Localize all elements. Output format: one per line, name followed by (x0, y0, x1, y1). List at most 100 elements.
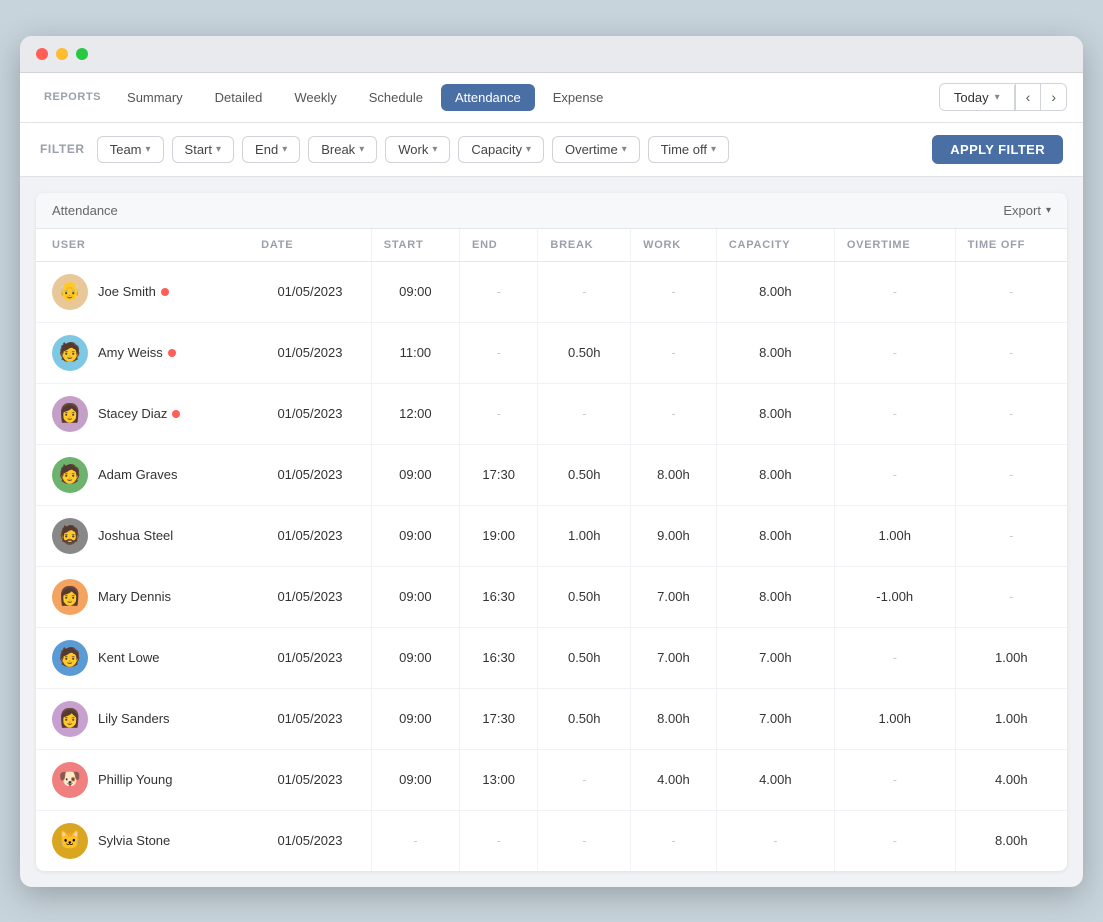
tab-attendance[interactable]: Attendance (441, 84, 535, 111)
end-cell: 16:30 (459, 566, 537, 627)
filter-team[interactable]: Team ▾ (97, 136, 164, 163)
table-header-bar: Attendance Export ▾ (36, 193, 1067, 229)
chevron-down-icon: ▾ (1046, 205, 1051, 216)
filter-start[interactable]: Start ▾ (172, 136, 235, 163)
filter-break[interactable]: Break ▾ (308, 136, 377, 163)
table-row: 👩 Stacey Diaz 01/05/202312:00---8.00h-- (36, 383, 1067, 444)
break-cell: - (538, 261, 631, 322)
user-name: Mary Dennis (98, 589, 171, 604)
tab-summary[interactable]: Summary (113, 84, 197, 111)
user-cell: 🧔 Joshua Steel (36, 505, 249, 566)
date-cell: 01/05/2023 (249, 444, 371, 505)
capacity-cell: 7.00h (716, 627, 834, 688)
avatar: 🐶 (52, 762, 88, 798)
filter-capacity[interactable]: Capacity ▾ (458, 136, 544, 163)
empty-value: - (893, 345, 897, 360)
minimize-dot[interactable] (56, 48, 68, 60)
tab-weekly[interactable]: Weekly (280, 84, 350, 111)
table-row: 🧑 Adam Graves 01/05/202309:0017:300.50h8… (36, 444, 1067, 505)
empty-value: - (893, 650, 897, 665)
maximize-dot[interactable] (76, 48, 88, 60)
break-cell: 0.50h (538, 688, 631, 749)
timeoff-cell: - (955, 322, 1067, 383)
timeoff-cell: - (955, 505, 1067, 566)
work-cell: 8.00h (631, 444, 717, 505)
user-name: Joshua Steel (98, 528, 173, 543)
work-cell: 7.00h (631, 627, 717, 688)
start-cell: 09:00 (371, 566, 459, 627)
empty-value: - (773, 833, 777, 848)
user-cell: 👩 Lily Sanders (36, 688, 249, 749)
empty-value: - (582, 772, 586, 787)
apply-filter-button[interactable]: APPLY FILTER (932, 135, 1063, 164)
work-cell: 7.00h (631, 566, 717, 627)
filter-work[interactable]: Work ▾ (385, 136, 450, 163)
timeoff-cell: 1.00h (955, 688, 1067, 749)
start-cell: 09:00 (371, 444, 459, 505)
capacity-cell: 7.00h (716, 688, 834, 749)
capacity-cell: - (716, 810, 834, 871)
avatar: 🧑 (52, 335, 88, 371)
filter-timeoff[interactable]: Time off ▾ (648, 136, 729, 163)
work-cell: - (631, 383, 717, 444)
tab-schedule[interactable]: Schedule (355, 84, 437, 111)
col-overtime: OVERTIME (834, 229, 955, 262)
chevron-down-icon: ▾ (146, 144, 151, 155)
app-window: REPORTS Summary Detailed Weekly Schedule… (20, 36, 1083, 887)
user-cell: 🧑 Kent Lowe (36, 627, 249, 688)
empty-value: - (671, 406, 675, 421)
timeoff-cell: - (955, 383, 1067, 444)
chevron-down-icon: ▾ (995, 92, 1000, 103)
filter-end[interactable]: End ▾ (242, 136, 300, 163)
break-cell: 0.50h (538, 566, 631, 627)
empty-value: - (1009, 406, 1013, 421)
user-name: Adam Graves (98, 467, 177, 482)
table-row: 👩 Lily Sanders 01/05/202309:0017:300.50h… (36, 688, 1067, 749)
work-cell: 8.00h (631, 688, 717, 749)
empty-value: - (671, 345, 675, 360)
tab-detailed[interactable]: Detailed (201, 84, 277, 111)
avatar: 👩 (52, 701, 88, 737)
empty-value: - (671, 833, 675, 848)
next-date-button[interactable]: › (1040, 84, 1066, 110)
work-cell: - (631, 810, 717, 871)
work-cell: 9.00h (631, 505, 717, 566)
close-dot[interactable] (36, 48, 48, 60)
start-cell: - (371, 810, 459, 871)
overtime-cell: - (834, 261, 955, 322)
user-cell: 🐶 Phillip Young (36, 749, 249, 810)
break-cell: - (538, 749, 631, 810)
export-button[interactable]: Export ▾ (1003, 203, 1051, 218)
chevron-down-icon: ▾ (216, 144, 221, 155)
table-row: 🐱 Sylvia Stone 01/05/2023------8.00h (36, 810, 1067, 871)
capacity-cell: 8.00h (716, 322, 834, 383)
attendance-table: USER DATE START END BREAK WORK CAPACITY … (36, 229, 1067, 871)
end-cell: - (459, 261, 537, 322)
date-nav-label[interactable]: Today ▾ (940, 85, 1015, 110)
user-name: Phillip Young (98, 772, 172, 787)
date-cell: 01/05/2023 (249, 322, 371, 383)
filter-bar: FILTER Team ▾ Start ▾ End ▾ Break ▾ Work… (20, 123, 1083, 177)
table-row: 👩 Mary Dennis 01/05/202309:0016:300.50h7… (36, 566, 1067, 627)
overtime-cell: 1.00h (834, 505, 955, 566)
tab-expense[interactable]: Expense (539, 84, 618, 111)
user-name: Joe Smith (98, 284, 169, 299)
chevron-down-icon: ▾ (359, 144, 364, 155)
end-cell: 16:30 (459, 627, 537, 688)
end-cell: 17:30 (459, 688, 537, 749)
date-cell: 01/05/2023 (249, 261, 371, 322)
col-user: USER (36, 229, 249, 262)
work-cell: - (631, 322, 717, 383)
filter-overtime[interactable]: Overtime ▾ (552, 136, 640, 163)
timeoff-cell: - (955, 444, 1067, 505)
reports-label: REPORTS (36, 91, 109, 103)
break-cell: 0.50h (538, 444, 631, 505)
user-cell: 🧑 Adam Graves (36, 444, 249, 505)
prev-date-button[interactable]: ‹ (1015, 84, 1041, 110)
break-cell: - (538, 810, 631, 871)
empty-value: - (497, 345, 501, 360)
date-cell: 01/05/2023 (249, 688, 371, 749)
overtime-cell: 1.00h (834, 688, 955, 749)
col-date: DATE (249, 229, 371, 262)
date-cell: 01/05/2023 (249, 749, 371, 810)
